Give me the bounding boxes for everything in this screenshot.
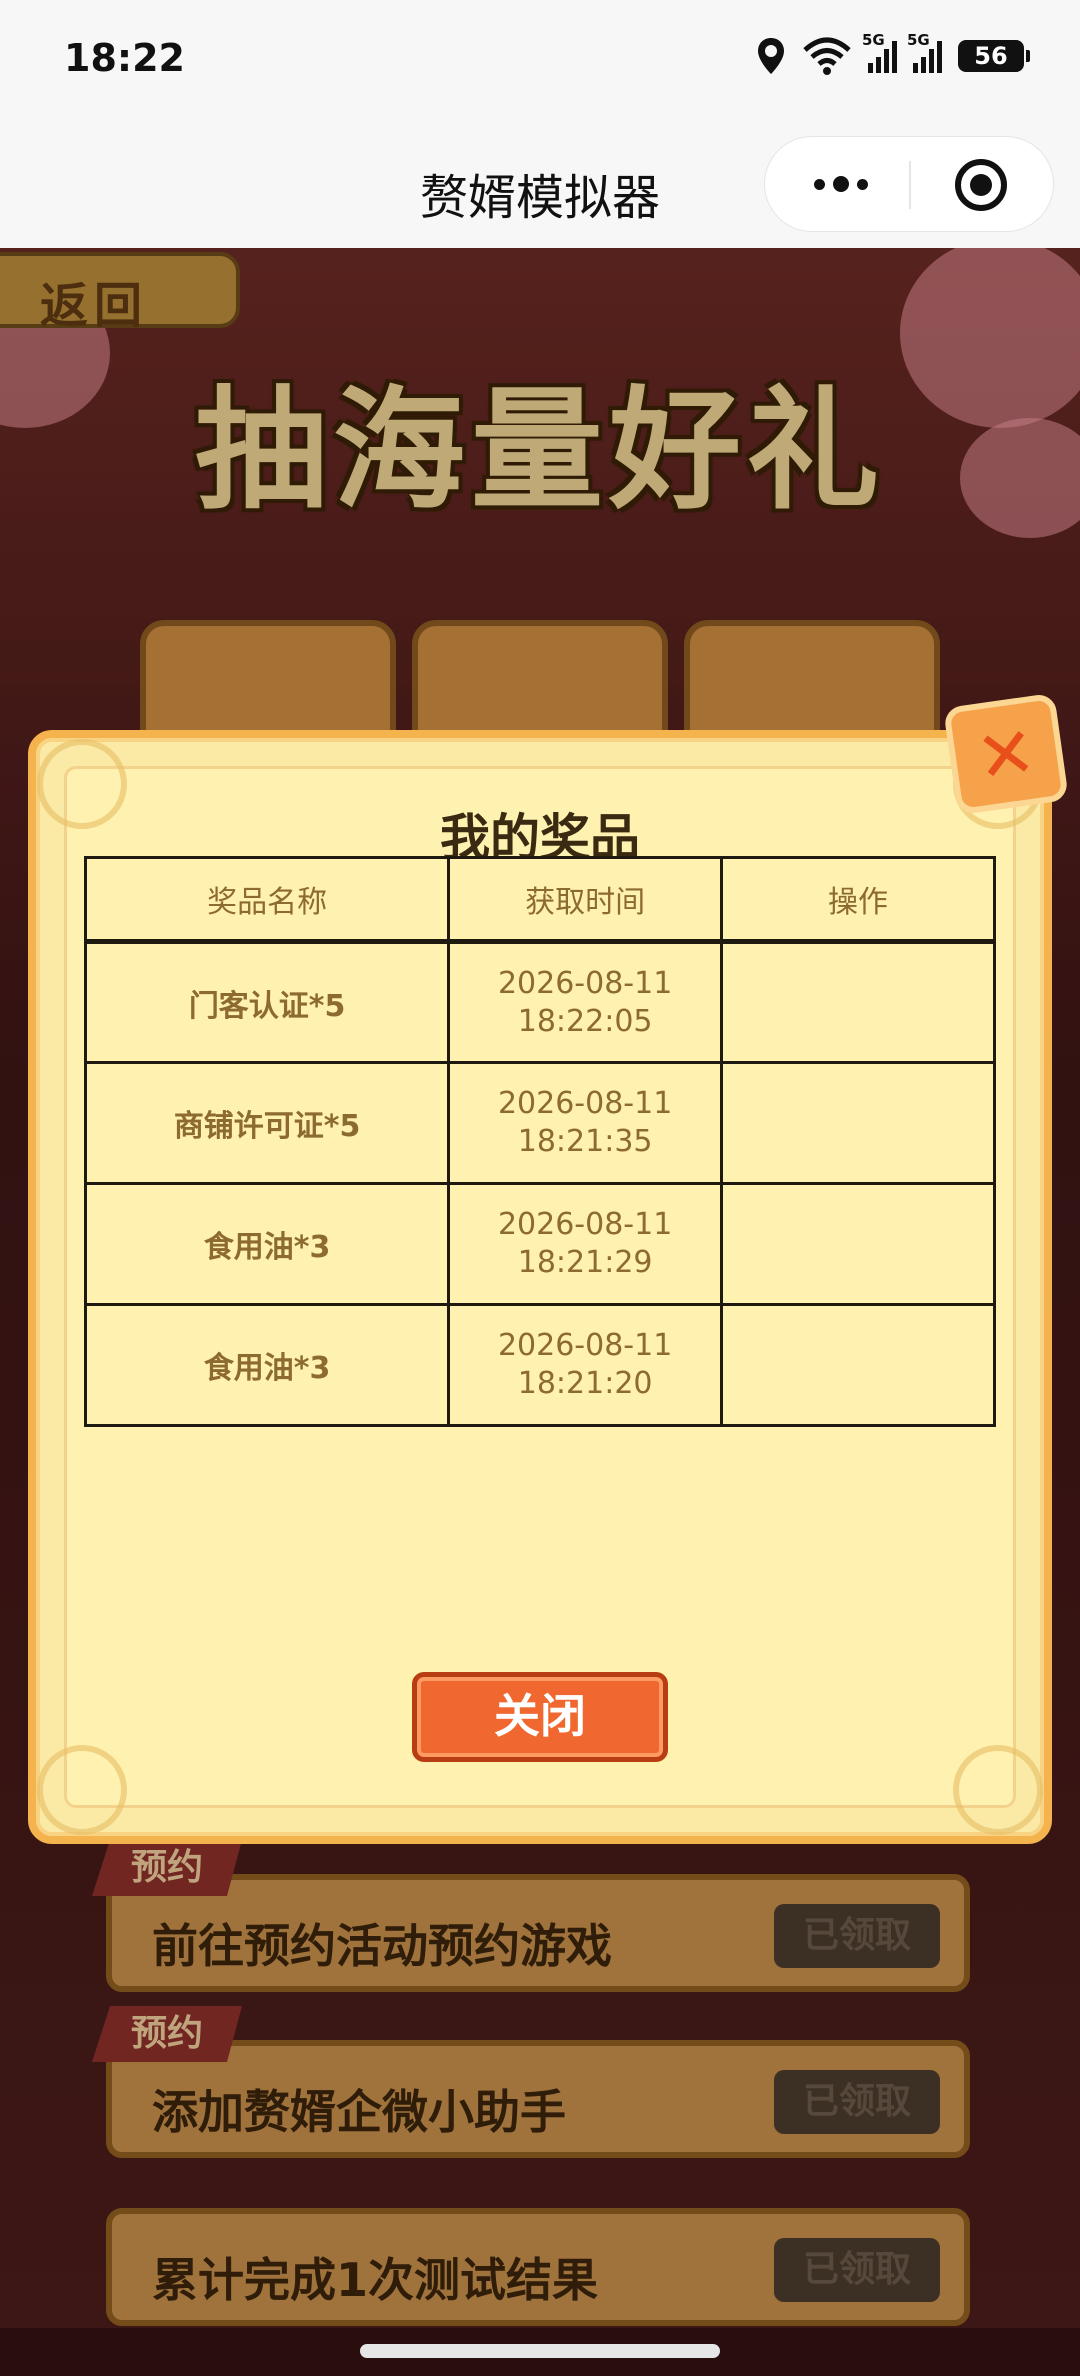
- target-close-icon[interactable]: [955, 159, 1007, 211]
- mini-program-capsule: [764, 136, 1054, 232]
- more-icon[interactable]: [801, 169, 881, 199]
- table-row: 门客认证*5 2026-08-11 18:22:05: [83, 940, 996, 1064]
- wifi-icon: [803, 37, 851, 75]
- corner-ornament: [953, 1745, 1043, 1835]
- prize-action: [720, 1182, 996, 1306]
- table-row: 食用油*3 2026-08-11 18:21:20: [83, 1303, 996, 1427]
- prize-date-text: 2026-08-11: [497, 1207, 673, 1242]
- prize-name: 商铺许可证*5: [83, 1061, 451, 1185]
- network-label: 5G: [862, 31, 885, 49]
- status-time: 18:22: [64, 36, 185, 80]
- prize-time-text: 18:22:05: [517, 1003, 653, 1039]
- column-header-action: 操作: [720, 856, 996, 943]
- prize-name: 食用油*3: [83, 1303, 451, 1427]
- prize-action: [720, 1061, 996, 1185]
- corner-ornament: [37, 1745, 127, 1835]
- prize-time-text: 18:21:20: [517, 1366, 653, 1401]
- signal-icon: 5G: [862, 31, 897, 73]
- column-header-name: 奖品名称: [83, 856, 451, 943]
- status-icons: 5G 5G 56: [756, 31, 1030, 78]
- capsule-divider: [909, 161, 911, 209]
- prize-date-text: 2026-08-11: [497, 1328, 673, 1363]
- prize-time: 2026-08-11 18:21:20: [447, 1303, 724, 1427]
- prize-name: 门客认证*5: [83, 940, 451, 1064]
- close-button[interactable]: 关闭: [412, 1672, 668, 1762]
- table-row: 食用油*3 2026-08-11 18:21:29: [83, 1182, 996, 1306]
- close-x-icon[interactable]: ✕: [943, 692, 1069, 816]
- prize-time: 2026-08-11 18:21:29: [447, 1182, 724, 1306]
- status-bar: 18:22 5G 5G 56: [0, 0, 1080, 118]
- prize-date-text: 2026-08-11: [497, 1086, 673, 1121]
- table-header-row: 奖品名称 获取时间 操作: [83, 856, 996, 943]
- signal-icon: 5G: [907, 31, 942, 73]
- prize-action: [720, 940, 996, 1064]
- prize-table: 奖品名称 获取时间 操作 门客认证*5 2026-08-11 18:22:05 商…: [83, 856, 996, 1427]
- battery-level: 56: [974, 42, 1008, 70]
- prize-time-text: 18:21:29: [517, 1245, 653, 1280]
- column-header-time: 获取时间: [447, 856, 724, 943]
- network-label: 5G: [907, 31, 930, 49]
- location-icon: [758, 38, 784, 74]
- prize-time-text: 18:21:35: [517, 1124, 653, 1159]
- table-row: 商铺许可证*5 2026-08-11 18:21:35: [83, 1061, 996, 1185]
- home-indicator[interactable]: [360, 2344, 720, 2358]
- prize-action: [720, 1303, 996, 1427]
- prize-time: 2026-08-11 18:22:05: [447, 940, 724, 1064]
- prize-date-text: 2026-08-11: [497, 965, 673, 1001]
- battery-icon: 56: [958, 40, 1030, 72]
- nav-bar: 赘婿模拟器: [0, 118, 1080, 248]
- prize-name: 食用油*3: [83, 1182, 451, 1306]
- prize-time: 2026-08-11 18:21:35: [447, 1061, 724, 1185]
- close-x-glyph: ✕: [971, 710, 1041, 800]
